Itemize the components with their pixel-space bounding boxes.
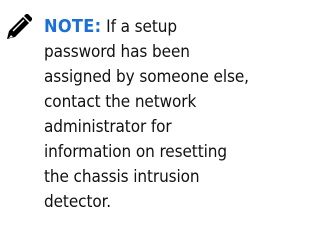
- note-line-4: contact the network: [44, 92, 197, 112]
- note-line-6: information on resetting: [44, 142, 227, 162]
- note-label: NOTE:: [44, 16, 102, 37]
- note-line-2: password has been: [44, 42, 190, 62]
- pencil-note-icon: [7, 14, 32, 39]
- note-line-7: the chassis intrusion: [44, 167, 200, 187]
- note-line-1: NOTE: If a setup: [44, 16, 177, 37]
- note-line-5: administrator for: [44, 117, 172, 137]
- note-line-3: assigned by someone else,: [44, 67, 249, 87]
- note-line-8: detector.: [44, 192, 111, 212]
- note-text: NOTE: If a setup password has been assig…: [44, 14, 329, 215]
